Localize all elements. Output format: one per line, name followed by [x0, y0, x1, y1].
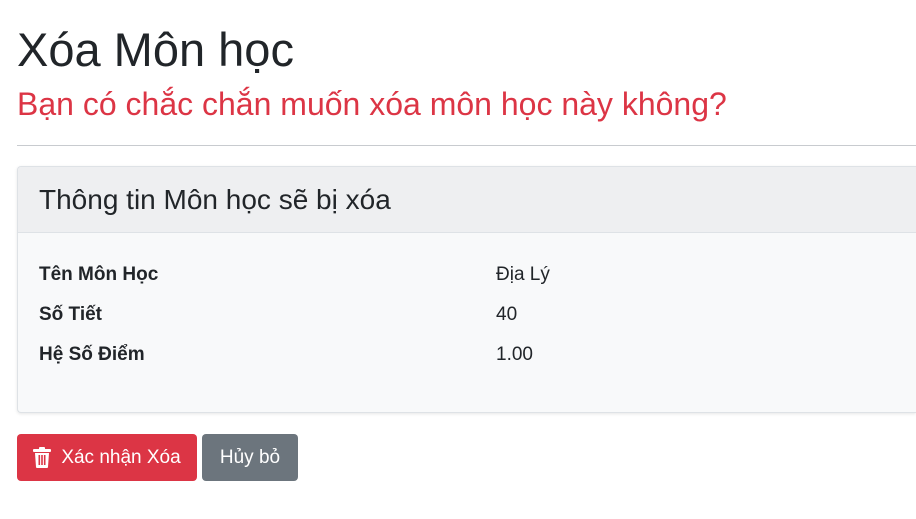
action-buttons: Xác nhận Xóa Hủy bỏ — [17, 434, 916, 481]
card-header: Thông tin Môn học sẽ bị xóa — [18, 167, 916, 233]
cancel-button[interactable]: Hủy bỏ — [202, 434, 298, 481]
delete-subject-page: Xóa Môn học Bạn có chắc chắn muốn xóa mô… — [0, 0, 916, 481]
cancel-label: Hủy bỏ — [219, 446, 281, 468]
divider — [17, 145, 916, 146]
periods-label: Số Tiết — [39, 304, 102, 325]
periods-value: 40 — [496, 304, 518, 325]
field-row-periods: Số Tiết 40 — [39, 295, 895, 335]
confirm-delete-label: Xác nhận Xóa — [61, 446, 181, 468]
trash-icon — [33, 447, 52, 468]
subject-name-label: Tên Môn Học — [39, 264, 159, 285]
card-body: Tên Môn Học Địa Lý Số Tiết 40 Hệ Số Điểm… — [18, 233, 916, 375]
confirm-delete-button[interactable]: Xác nhận Xóa — [17, 434, 197, 481]
field-row-coefficient: Hệ Số Điểm 1.00 — [39, 335, 895, 375]
card-title: Thông tin Môn học sẽ bị xóa — [39, 183, 391, 215]
subject-info-card: Thông tin Môn học sẽ bị xóa Tên Môn Học … — [17, 166, 916, 413]
field-row-subject-name: Tên Môn Học Địa Lý — [39, 255, 895, 295]
coefficient-value: 1.00 — [496, 344, 533, 365]
coefficient-label: Hệ Số Điểm — [39, 344, 145, 365]
subject-name-value: Địa Lý — [496, 264, 550, 285]
confirm-question: Bạn có chắc chắn muốn xóa môn học này kh… — [17, 86, 727, 122]
page-title: Xóa Môn học — [17, 23, 294, 76]
